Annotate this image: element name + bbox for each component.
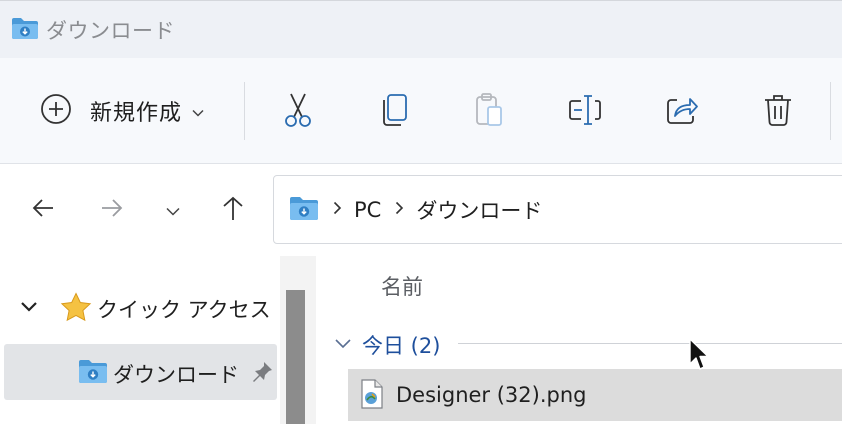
command-bar: 新規作成	[0, 58, 842, 164]
sidebar-item-label: ダウンロード	[113, 363, 239, 387]
breadcrumb-pc[interactable]: PC	[354, 198, 381, 222]
scissors-icon	[281, 92, 315, 132]
recent-locations-button[interactable]	[157, 194, 189, 226]
toolbar-separator	[244, 82, 245, 140]
rename-icon	[568, 93, 604, 131]
rename-button[interactable]	[562, 88, 610, 136]
arrow-up-icon	[221, 195, 245, 225]
scrollbar-thumb[interactable]	[286, 290, 305, 424]
copy-button[interactable]	[370, 88, 418, 136]
file-item[interactable]: Designer (32).png	[348, 369, 842, 421]
title-bar: ダウンロード	[0, 0, 842, 58]
mouse-cursor-icon	[688, 338, 710, 376]
breadcrumb-downloads[interactable]: ダウンロード	[416, 195, 542, 225]
chevron-down-icon[interactable]	[334, 335, 352, 354]
clipboard-icon	[474, 92, 504, 132]
copy-icon	[379, 93, 409, 131]
navigation-bar: PC ダウンロード	[0, 164, 842, 256]
group-label: 今日 (2)	[362, 334, 441, 358]
sidebar-item-quick-access[interactable]: クイック アクセス	[0, 288, 280, 328]
arrow-left-icon	[31, 197, 55, 223]
group-header-today[interactable]: 今日 (2)	[330, 329, 842, 359]
breadcrumb-separator-icon[interactable]	[333, 199, 342, 220]
address-bar[interactable]: PC ダウンロード	[273, 175, 842, 244]
chevron-down-icon	[166, 201, 180, 220]
group-divider	[458, 343, 842, 344]
new-button-label: 新規作成	[90, 101, 183, 126]
downloads-folder-icon	[78, 358, 108, 388]
chevron-down-icon[interactable]	[20, 298, 38, 317]
new-button[interactable]: 新規作成	[30, 83, 225, 139]
chevron-down-icon	[192, 102, 204, 121]
cut-button[interactable]	[274, 88, 322, 136]
quick-access-label: クイック アクセス	[97, 298, 271, 322]
downloads-folder-icon	[11, 16, 39, 44]
file-name: Designer (32).png	[396, 383, 587, 407]
image-file-icon	[360, 379, 384, 413]
plus-circle-icon	[40, 93, 72, 129]
star-icon	[60, 292, 92, 326]
navigation-pane: クイック アクセス ダウンロード	[0, 256, 280, 424]
delete-button[interactable]	[754, 88, 802, 136]
paste-button[interactable]	[465, 88, 513, 136]
breadcrumb-separator-icon[interactable]	[395, 199, 404, 220]
file-list: 名前 今日 (2) Designer (32).png	[316, 256, 842, 424]
toolbar-separator	[830, 82, 831, 140]
window-title: ダウンロード	[46, 19, 175, 43]
share-icon	[665, 94, 699, 130]
column-header-name[interactable]: 名前	[381, 271, 423, 301]
downloads-folder-icon	[289, 195, 319, 225]
share-button[interactable]	[658, 88, 706, 136]
arrow-right-icon	[100, 197, 124, 223]
pin-icon[interactable]	[250, 360, 274, 388]
sidebar-item-downloads[interactable]: ダウンロード	[4, 344, 277, 400]
back-button[interactable]	[27, 194, 59, 226]
trash-icon	[763, 93, 793, 131]
forward-button[interactable]	[96, 194, 128, 226]
up-button[interactable]	[217, 194, 249, 226]
